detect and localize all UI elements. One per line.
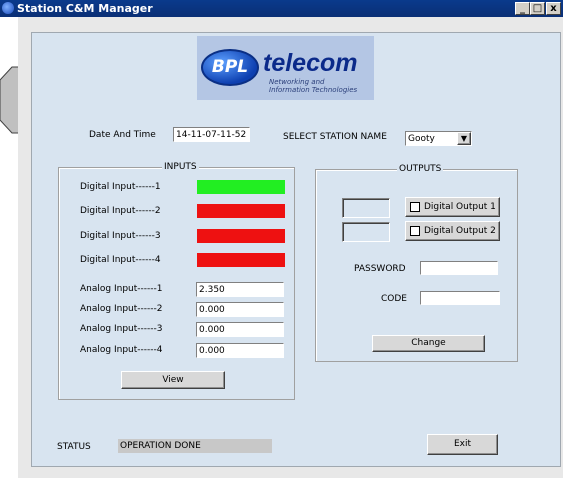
- station-select-value: Gooty: [408, 134, 435, 144]
- close-button[interactable]: x: [546, 2, 561, 15]
- status-label: STATUS: [57, 442, 91, 452]
- digital-output-2-checkbox[interactable]: [410, 226, 420, 236]
- analog-input-3-field[interactable]: 0.000: [196, 322, 284, 337]
- digital-input-2-label: Digital Input------2: [80, 206, 161, 216]
- digital-output-2-label: Digital Output 2: [424, 226, 496, 236]
- code-label: CODE: [381, 294, 407, 304]
- code-input[interactable]: [420, 291, 500, 305]
- digital-output-1-toggle[interactable]: Digital Output 1: [405, 197, 500, 217]
- logo-tagline-2: Information Technologies: [269, 86, 358, 94]
- exit-button[interactable]: Exit: [427, 434, 498, 455]
- title-bar[interactable]: Station C&M Manager _ □ x: [0, 0, 563, 17]
- digital-output-1-display: [342, 198, 390, 218]
- digital-output-1-label: Digital Output 1: [424, 202, 496, 212]
- digital-input-1-indicator: [197, 180, 285, 194]
- digital-input-3-label: Digital Input------3: [80, 231, 161, 241]
- inputs-legend: INPUTS: [162, 161, 199, 173]
- digital-input-3-indicator: [197, 229, 285, 243]
- analog-input-2-label: Analog Input------2: [80, 304, 163, 314]
- view-button[interactable]: View: [121, 371, 225, 389]
- digital-output-1-checkbox[interactable]: [410, 202, 420, 212]
- logo-tagline-1: Networking and: [269, 78, 325, 86]
- password-input[interactable]: [420, 261, 498, 275]
- analog-input-4-field[interactable]: 0.000: [196, 343, 284, 358]
- company-logo: BPL telecom Networking and Information T…: [197, 36, 374, 100]
- outputs-legend: OUTPUTS: [397, 163, 444, 175]
- station-select[interactable]: Gooty ▼: [405, 131, 472, 146]
- chevron-down-icon[interactable]: ▼: [457, 132, 471, 145]
- change-button[interactable]: Change: [372, 335, 485, 352]
- maximize-button[interactable]: □: [530, 2, 545, 15]
- date-time-label: Date And Time: [89, 130, 156, 140]
- status-value: OPERATION DONE: [118, 439, 272, 453]
- password-label: PASSWORD: [354, 264, 406, 274]
- analog-input-3-label: Analog Input------3: [80, 324, 163, 334]
- digital-input-2-indicator: [197, 204, 285, 218]
- digital-input-4-label: Digital Input------4: [80, 255, 161, 265]
- digital-output-2-display: [342, 222, 390, 242]
- minimize-button[interactable]: _: [515, 2, 530, 15]
- digital-output-2-toggle[interactable]: Digital Output 2: [405, 221, 500, 241]
- logo-wordmark: telecom: [263, 49, 358, 77]
- date-time-field[interactable]: 14-11-07-11-52: [173, 127, 250, 142]
- analog-input-1-field[interactable]: 2.350: [196, 282, 284, 297]
- analog-input-2-field[interactable]: 0.000: [196, 302, 284, 317]
- window-title: Station C&M Manager: [17, 2, 153, 15]
- digital-input-4-indicator: [197, 253, 285, 267]
- analog-input-1-label: Analog Input------1: [80, 284, 163, 294]
- logo-badge: BPL: [201, 49, 259, 86]
- station-name-label: SELECT STATION NAME: [283, 132, 387, 142]
- analog-input-4-label: Analog Input------4: [80, 345, 163, 355]
- app-icon: [2, 2, 14, 14]
- digital-input-1-label: Digital Input------1: [80, 182, 161, 192]
